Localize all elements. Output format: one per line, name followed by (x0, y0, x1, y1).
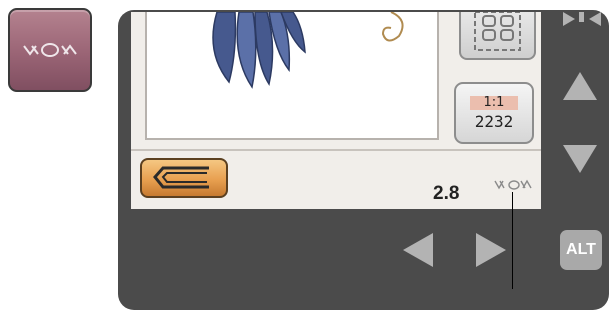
left-arrow-icon[interactable] (401, 231, 435, 269)
design-preview (212, 12, 404, 89)
up-arrow-icon[interactable] (561, 70, 599, 102)
zoom-button[interactable]: 1:1 2232 (454, 82, 534, 144)
embroidery-screen: 1:1 2232 2.8 (131, 11, 541, 209)
hoop-layout-button[interactable] (459, 11, 536, 60)
hoop-layout-icon (474, 11, 521, 51)
back-button[interactable] (140, 158, 228, 198)
stitch-pattern-button[interactable] (8, 8, 92, 92)
play-icon[interactable] (555, 12, 603, 34)
stitch-count: 2232 (474, 112, 514, 131)
screen-divider (131, 149, 541, 151)
stitch-pattern-icon (23, 43, 77, 57)
stitch-width-value: 2.8 (433, 183, 460, 204)
stitch-pattern-icon (494, 179, 532, 190)
callout-line (512, 192, 513, 289)
zoom-ratio: 1:1 (470, 96, 518, 110)
right-arrow-icon[interactable] (474, 231, 508, 269)
down-arrow-icon[interactable] (561, 143, 599, 175)
embroidery-canvas[interactable] (145, 12, 439, 140)
return-arrow-icon (153, 166, 209, 189)
alt-button[interactable]: ALT (560, 230, 602, 270)
